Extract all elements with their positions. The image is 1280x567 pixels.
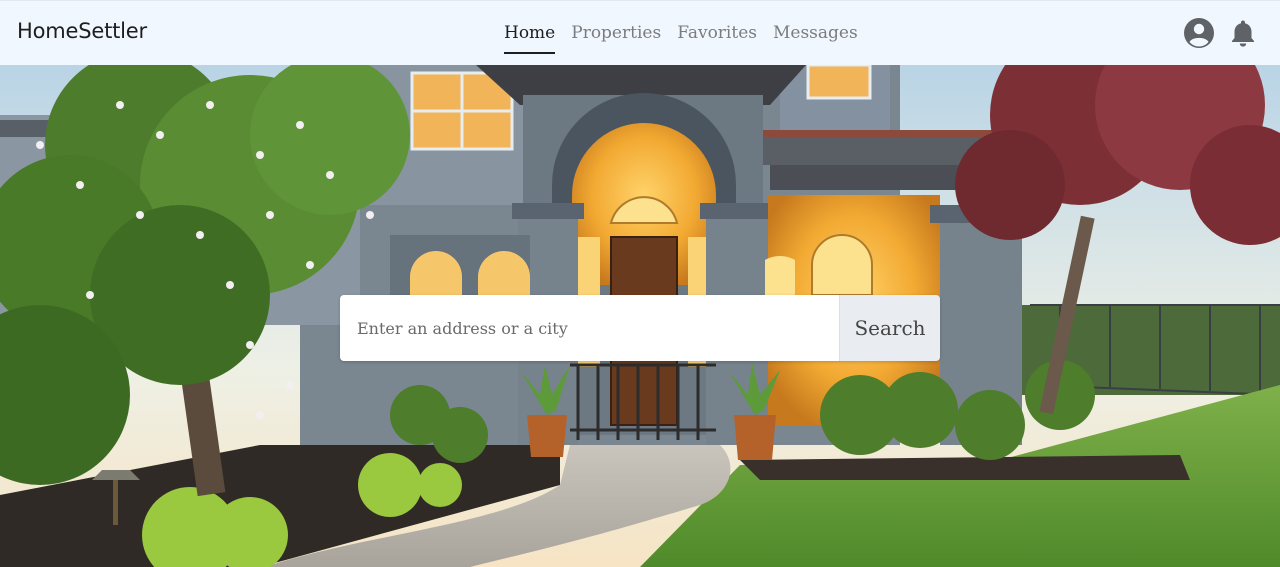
search-bar: Search (340, 295, 940, 361)
user-icon[interactable] (1183, 17, 1215, 49)
search-input[interactable] (340, 295, 839, 361)
top-navbar: HomeSettler Home Properties Favorites Me… (0, 0, 1280, 65)
bell-icon[interactable] (1227, 17, 1259, 49)
nav-messages[interactable]: Messages (773, 1, 858, 65)
nav-properties[interactable]: Properties (571, 1, 661, 65)
search-button[interactable]: Search (839, 295, 940, 361)
app-logo[interactable]: HomeSettler (17, 19, 147, 43)
nav-favorites[interactable]: Favorites (677, 1, 757, 65)
main-nav: Home Properties Favorites Messages (504, 1, 874, 65)
nav-home[interactable]: Home (504, 1, 556, 65)
